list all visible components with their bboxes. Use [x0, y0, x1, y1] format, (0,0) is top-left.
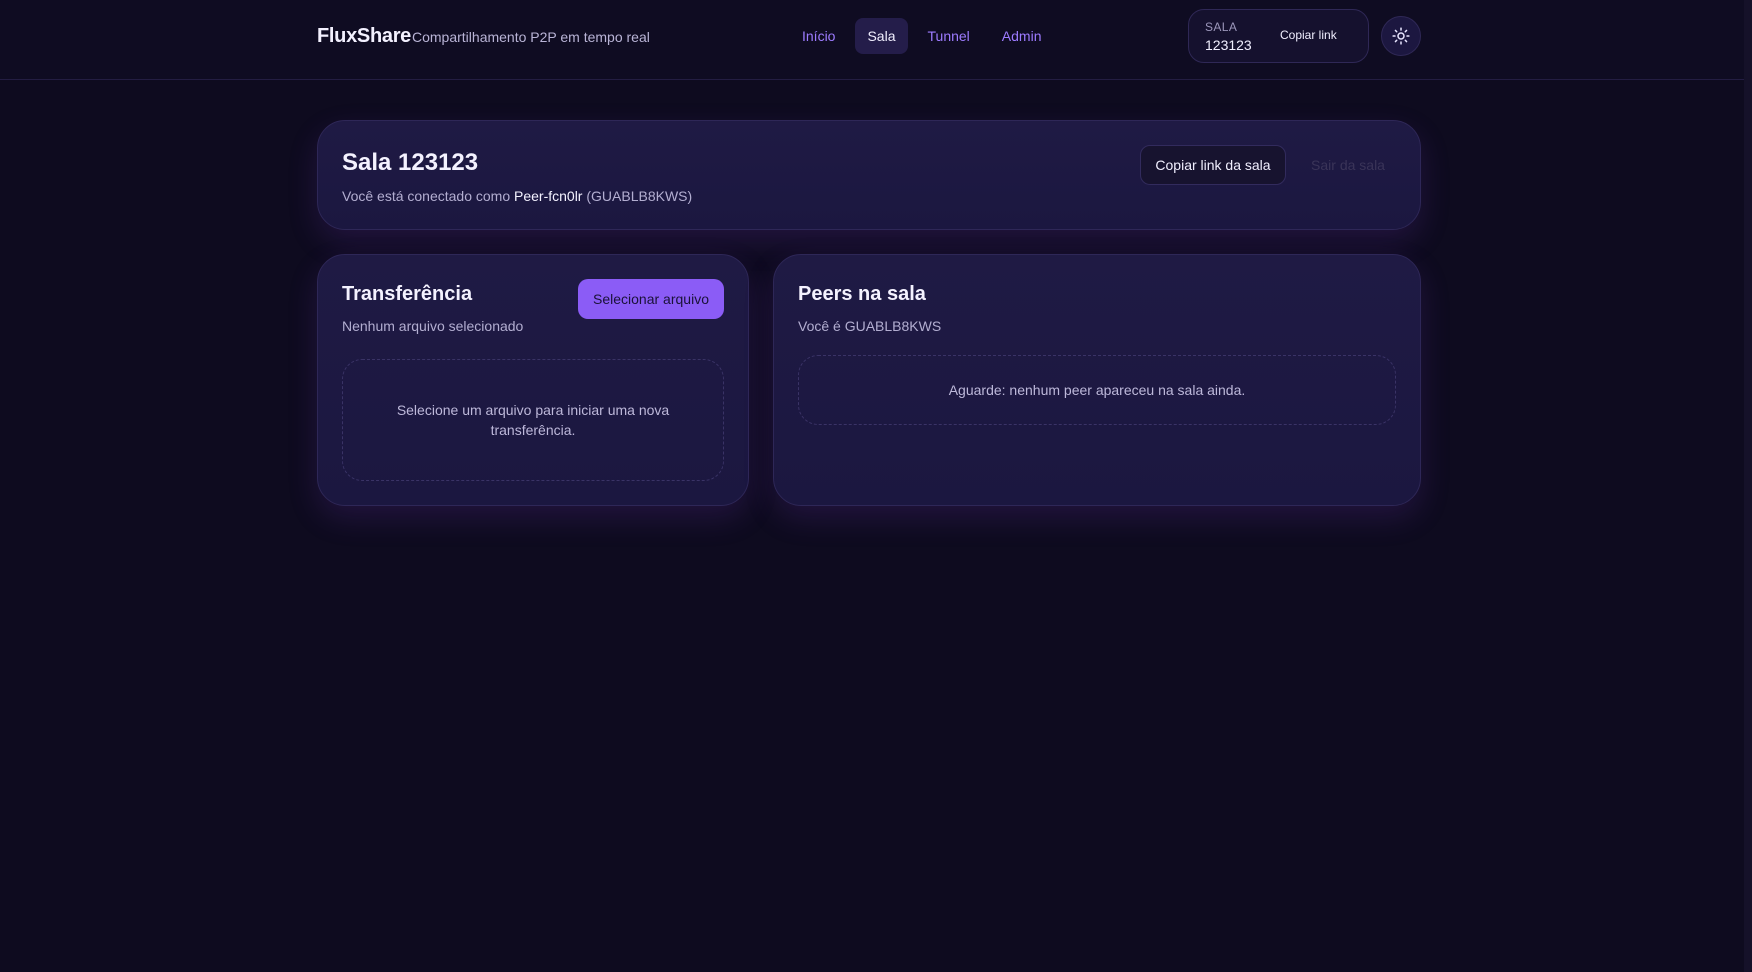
transfer-title: Transferência — [342, 283, 473, 305]
nav-item-tunnel[interactable]: Tunnel — [916, 18, 982, 54]
page-scrollbar[interactable] — [1744, 0, 1752, 972]
room-chip-code: 123123 — [1205, 37, 1252, 53]
room-chip: SALA 123123 Copiar link — [1188, 9, 1369, 63]
connection-status: Você está conectado como Peer-fcn0lr (GU… — [342, 188, 692, 204]
self-peer-id: Você é GUABLB8KWS — [798, 318, 942, 334]
transfer-status: Nenhum arquivo selecionado — [342, 318, 524, 334]
room-card: Sala 123123 Você está conectado como Pee… — [317, 120, 1421, 230]
room-title: Sala 123123 — [342, 149, 479, 176]
top-header: FluxShare Compartilhamento P2P em tempo … — [0, 0, 1744, 80]
theme-toggle-button[interactable] — [1381, 16, 1421, 56]
sun-icon — [1392, 27, 1410, 45]
peers-card: Peers na sala Você é GUABLB8KWS Aguarde:… — [773, 254, 1421, 506]
main-nav: Início Sala Tunnel Admin — [790, 18, 1053, 54]
copy-room-link-button[interactable]: Copiar link da sala — [1140, 145, 1286, 185]
nav-item-sala[interactable]: Sala — [855, 18, 908, 54]
copy-link-button[interactable]: Copiar link — [1280, 28, 1337, 42]
transfer-empty-state: Selecione um arquivo para iniciar uma no… — [342, 359, 724, 481]
brand-logo[interactable]: FluxShare — [317, 25, 411, 48]
connected-prefix: Você está conectado como — [342, 188, 511, 204]
nav-item-inicio[interactable]: Início — [790, 18, 847, 54]
peer-name: Peer-fcn0lr — [514, 188, 583, 204]
transfer-card: Transferência Nenhum arquivo selecionado… — [317, 254, 749, 506]
room-chip-label: SALA — [1205, 20, 1238, 34]
peer-id: (GUABLB8KWS) — [586, 188, 693, 204]
brand-tagline: Compartilhamento P2P em tempo real — [412, 29, 650, 45]
leave-room-button[interactable]: Sair da sala — [1298, 145, 1398, 185]
peers-title: Peers na sala — [798, 283, 926, 305]
select-file-button[interactable]: Selecionar arquivo — [578, 279, 724, 319]
nav-item-admin[interactable]: Admin — [990, 18, 1054, 54]
peers-empty-state: Aguarde: nenhum peer apareceu na sala ai… — [798, 355, 1396, 425]
